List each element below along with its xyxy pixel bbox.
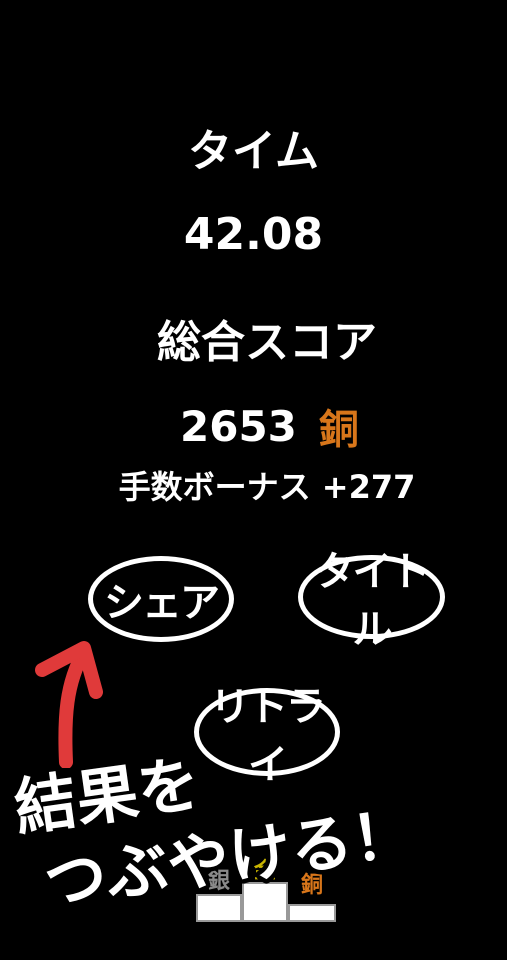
- time-label: タイム: [187, 126, 320, 177]
- share-button[interactable]: シェア: [88, 556, 234, 642]
- promo-caption: 結果を つぶやける！: [5, 755, 423, 924]
- score-value: 2653: [180, 401, 297, 451]
- score-medal-rank: 銅: [318, 407, 359, 453]
- move-bonus-label: 手数ボーナス: [118, 468, 311, 506]
- time-value: 42.08: [183, 209, 324, 260]
- red-arrow-icon: [35, 641, 103, 768]
- score-row: 2653 銅: [180, 396, 359, 456]
- move-bonus-value: +277: [321, 468, 416, 506]
- move-bonus: 手数ボーナス +277: [0, 465, 507, 509]
- title-button[interactable]: タイトル: [298, 549, 445, 653]
- score-label: 総合スコア: [157, 317, 377, 368]
